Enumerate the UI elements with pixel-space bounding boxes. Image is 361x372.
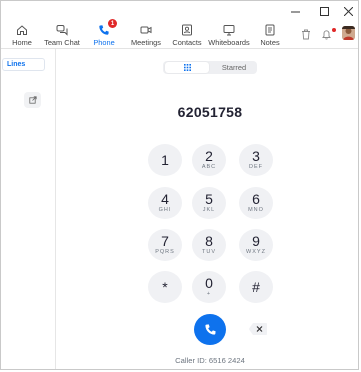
nav-whiteboards-label: Whiteboards bbox=[208, 38, 250, 47]
key-letters: PQRS bbox=[155, 249, 175, 255]
key-digit: 6 bbox=[252, 191, 260, 207]
trash-button[interactable] bbox=[301, 27, 311, 45]
nav-home-label: Home bbox=[12, 38, 32, 47]
key-3[interactable]: 3 DEF bbox=[239, 144, 273, 176]
key-digit: 0 bbox=[205, 275, 213, 291]
nav-whiteboards[interactable]: Whiteboards bbox=[208, 21, 250, 48]
key-5[interactable]: 5 JKL bbox=[192, 187, 226, 219]
nav-team-chat-label: Team Chat bbox=[44, 38, 80, 47]
nav-phone-label: Phone bbox=[93, 38, 115, 47]
zoom-window: Home Team Chat 1 Phone Meetings Contacts… bbox=[0, 0, 359, 370]
key-8[interactable]: 8 TUV bbox=[192, 229, 226, 261]
key-letters: TUV bbox=[202, 249, 216, 255]
close-button[interactable] bbox=[337, 3, 358, 19]
nav-notes[interactable]: Notes bbox=[257, 21, 283, 48]
backspace-icon bbox=[248, 323, 267, 335]
notifications-button[interactable] bbox=[321, 27, 332, 45]
key-letters: MNO bbox=[248, 207, 264, 213]
key-2[interactable]: 2 ABC bbox=[192, 144, 226, 176]
lines-tab[interactable]: Lines bbox=[2, 58, 45, 71]
nav-contacts-label: Contacts bbox=[172, 38, 202, 47]
backspace-button[interactable] bbox=[248, 321, 268, 337]
phone-badge: 1 bbox=[108, 19, 117, 28]
dialer-segment-control: Starred bbox=[163, 61, 257, 74]
trash-icon bbox=[302, 29, 310, 40]
phone-call-icon bbox=[204, 324, 216, 335]
notes-icon bbox=[264, 21, 276, 36]
dialed-number[interactable]: 62051758 bbox=[141, 104, 279, 120]
starred-tab[interactable]: Starred bbox=[211, 61, 257, 74]
maximize-icon bbox=[319, 6, 329, 16]
title-bar bbox=[1, 1, 358, 21]
minimize-button[interactable] bbox=[284, 3, 306, 19]
phone-icon: 1 bbox=[98, 19, 117, 36]
key-digit: 4 bbox=[161, 191, 169, 207]
key-letters: JKL bbox=[202, 207, 216, 213]
avatar[interactable] bbox=[342, 26, 355, 40]
notification-dot bbox=[332, 28, 336, 32]
key-digit: 8 bbox=[205, 233, 213, 249]
key-digit: 1 bbox=[161, 152, 169, 168]
key-digit: 3 bbox=[252, 148, 260, 164]
nav-phone[interactable]: 1 Phone bbox=[90, 19, 118, 48]
key-letters: DEF bbox=[249, 164, 263, 170]
key-1[interactable]: 1 bbox=[148, 144, 182, 176]
key-4[interactable]: 4 GHI bbox=[148, 187, 182, 219]
key-9[interactable]: 9 WXYZ bbox=[239, 229, 273, 261]
call-button[interactable] bbox=[194, 314, 226, 345]
keypad-icon bbox=[183, 64, 191, 71]
key-digit: 2 bbox=[205, 148, 213, 164]
nav-meetings[interactable]: Meetings bbox=[129, 21, 163, 48]
contacts-icon bbox=[181, 21, 193, 36]
external-link-button[interactable] bbox=[24, 92, 41, 108]
video-camera-icon bbox=[140, 21, 152, 36]
key-digit: 7 bbox=[161, 233, 169, 249]
nav-home[interactable]: Home bbox=[9, 21, 35, 48]
nav-contacts[interactable]: Contacts bbox=[171, 21, 203, 48]
minimize-icon bbox=[290, 11, 300, 12]
key-7[interactable]: 7 PQRS bbox=[148, 229, 182, 261]
bell-icon bbox=[322, 30, 331, 40]
external-link-icon bbox=[28, 96, 37, 104]
maximize-button[interactable] bbox=[313, 3, 335, 19]
key-digit: 5 bbox=[205, 191, 213, 207]
home-icon bbox=[16, 21, 28, 36]
key-hash[interactable]: # bbox=[239, 271, 273, 303]
caller-id: Caller ID: 6516 2424 bbox=[175, 356, 245, 365]
key-letters: WXYZ bbox=[246, 249, 266, 255]
nav-notes-label: Notes bbox=[260, 38, 280, 47]
key-digit: # bbox=[252, 279, 260, 295]
phone-sidebar: Lines bbox=[1, 49, 56, 369]
close-icon bbox=[343, 6, 353, 16]
chat-icon bbox=[56, 21, 68, 36]
key-letters: ABC bbox=[201, 164, 217, 170]
key-star[interactable]: * bbox=[148, 271, 182, 303]
keypad-tab[interactable] bbox=[165, 62, 209, 73]
key-letters: + bbox=[206, 291, 212, 297]
key-0[interactable]: 0 + bbox=[192, 271, 226, 303]
nav-team-chat[interactable]: Team Chat bbox=[43, 21, 81, 48]
whiteboard-icon bbox=[223, 21, 235, 36]
nav-meetings-label: Meetings bbox=[131, 38, 161, 47]
key-letters: GHI bbox=[158, 207, 172, 213]
key-6[interactable]: 6 MNO bbox=[239, 187, 273, 219]
key-digit: 9 bbox=[252, 233, 260, 249]
key-digit: * bbox=[162, 279, 168, 295]
